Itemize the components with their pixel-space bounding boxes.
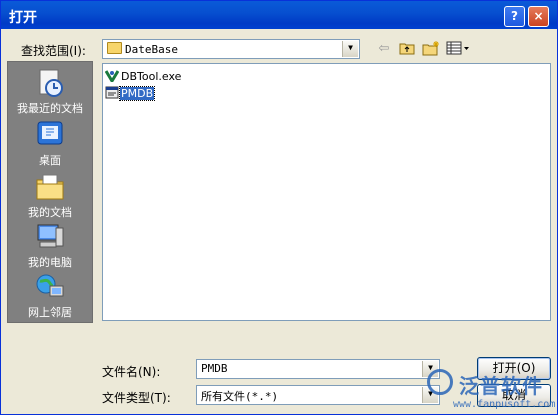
place-my-computer[interactable]: 我的电脑 — [8, 222, 92, 270]
place-label: 我最近的文档 — [17, 102, 83, 115]
database-file-icon — [105, 86, 119, 99]
place-label: 网上邻居 — [28, 306, 72, 319]
recent-documents-icon — [34, 68, 66, 98]
watermark: 泛普软件 www.fanpusoft.com — [421, 367, 558, 415]
file-name-field[interactable]: PMDB ▼ — [196, 359, 440, 379]
chevron-down-icon[interactable]: ▼ — [342, 41, 358, 57]
place-label: 我的文档 — [28, 206, 72, 219]
watermark-text: 泛普软件 — [459, 374, 543, 398]
look-in-combo[interactable]: DateBase ▼ — [102, 39, 360, 59]
place-desktop[interactable]: 桌面 — [8, 120, 92, 168]
file-name-label: 文件名(N): — [102, 365, 161, 379]
place-label: 我的电脑 — [28, 256, 72, 269]
file-type-label: 文件类型(T): — [102, 391, 171, 405]
place-my-documents[interactable]: 我的文档 — [8, 172, 92, 220]
watermark-logo-icon — [427, 369, 453, 395]
watermark-url: www.fanpusoft.com — [453, 399, 556, 410]
new-folder-icon[interactable] — [422, 41, 440, 61]
place-label: 桌面 — [39, 154, 61, 167]
window-title: 打开 — [9, 10, 37, 26]
place-recent-documents[interactable]: 我最近的文档 — [8, 68, 92, 116]
folder-icon — [107, 42, 122, 54]
list-item[interactable]: DBTool.exe — [104, 69, 182, 84]
my-computer-icon — [34, 222, 66, 252]
file-list[interactable]: DBTool.exe PMDB — [102, 63, 551, 321]
list-item[interactable]: PMDB — [105, 86, 156, 101]
back-arrow-icon[interactable]: ⇦ — [375, 41, 393, 57]
look-in-value: DateBase — [107, 42, 178, 56]
help-button[interactable]: ? — [504, 6, 525, 27]
title-bar[interactable]: 打开 ? × — [1, 1, 557, 29]
exe-icon — [104, 69, 120, 84]
close-button[interactable]: × — [528, 6, 549, 27]
my-documents-icon — [34, 172, 66, 202]
up-folder-icon[interactable] — [398, 41, 416, 60]
view-menu-icon[interactable] — [446, 41, 470, 60]
open-file-dialog: 打开 ? × 查找范围(I): DateBase ▼ ⇦ 我最近的文档 桌面 我… — [0, 0, 558, 415]
places-bar: 我最近的文档 桌面 我的文档 我的电脑 网上邻居 — [7, 61, 93, 323]
look-in-label: 查找范围(I): — [21, 44, 86, 58]
file-type-select[interactable]: 所有文件(*.*) ▼ — [196, 385, 440, 405]
place-network[interactable]: 网上邻居 — [8, 272, 92, 320]
network-places-icon — [34, 272, 66, 302]
desktop-icon — [34, 120, 66, 150]
